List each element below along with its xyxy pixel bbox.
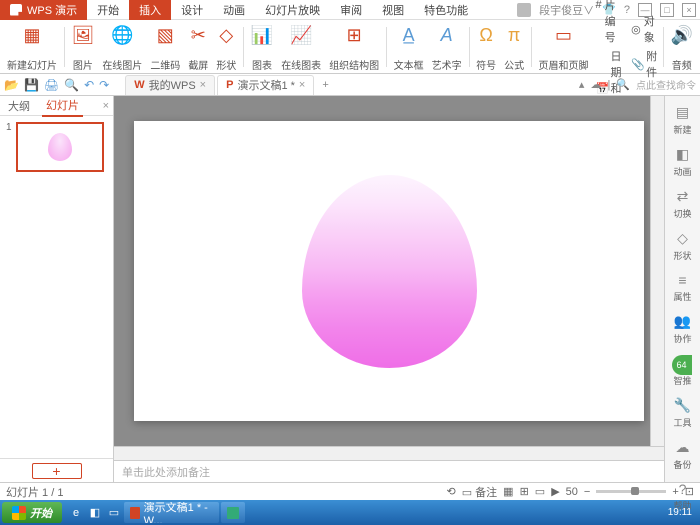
app-badge: WPS 演示 bbox=[0, 0, 87, 20]
print-icon[interactable]: 🖨 bbox=[44, 78, 59, 92]
badge-64: 64 bbox=[672, 355, 692, 375]
rp-smart[interactable]: ◉智推64 bbox=[673, 355, 691, 387]
view-normal-icon[interactable]: ▦ bbox=[503, 485, 513, 498]
redo-icon[interactable]: ↷ bbox=[99, 78, 109, 92]
close-icon[interactable]: × bbox=[200, 79, 206, 91]
slide-panel: 大纲 幻灯片 × 1 + bbox=[0, 96, 114, 482]
new-slide-button[interactable]: ▦新建幻灯片 bbox=[4, 22, 60, 72]
screenshot-button[interactable]: ✂截屏 bbox=[185, 22, 211, 72]
smartart-button[interactable]: ⊞组织结构图 bbox=[326, 22, 382, 72]
close-icon[interactable]: × bbox=[299, 79, 305, 91]
slide-counter: 幻灯片 1 / 1 bbox=[6, 484, 63, 500]
file-tab-presentation[interactable]: P演示文稿1 *× bbox=[217, 75, 314, 95]
preview-icon[interactable]: 🔍 bbox=[64, 78, 79, 92]
qrcode-button[interactable]: ▧二维码 bbox=[147, 22, 183, 72]
user-name[interactable]: 段宇俊豆∨ bbox=[539, 2, 594, 18]
tb-screen-icon[interactable]: ▭ bbox=[106, 505, 122, 521]
zoom-in-icon[interactable]: + bbox=[672, 486, 678, 498]
rp-backup[interactable]: ☁备份 bbox=[673, 439, 691, 471]
start-button[interactable]: 开始 bbox=[2, 502, 62, 523]
header-footer-button[interactable]: ▭页眉和页脚 bbox=[536, 22, 592, 72]
replay-icon[interactable]: ⟲ bbox=[446, 485, 455, 498]
symbol-button[interactable]: Ω符号 bbox=[473, 22, 499, 72]
menu-tabs: 开始 插入 设计 动画 幻灯片放映 审阅 视图 特色功能 bbox=[87, 0, 478, 20]
tab-insert[interactable]: 插入 bbox=[129, 0, 171, 20]
formula-button[interactable]: π公式 bbox=[501, 22, 527, 72]
view-sorter-icon[interactable]: ⊞ bbox=[520, 485, 529, 498]
slide-thumbnail-1[interactable]: 1 bbox=[6, 122, 107, 172]
open-icon[interactable]: 📂 bbox=[4, 78, 19, 92]
search-icon[interactable]: 🔍 bbox=[616, 78, 630, 91]
panel-close-icon[interactable]: × bbox=[103, 100, 109, 112]
user-avatar-icon[interactable] bbox=[517, 3, 531, 17]
online-pic-button[interactable]: 🌐在线图片 bbox=[99, 22, 145, 72]
horizontal-scrollbar[interactable] bbox=[114, 446, 664, 460]
fit-icon[interactable]: ⊡ bbox=[685, 485, 694, 498]
rp-collab[interactable]: 👥协作 bbox=[673, 313, 691, 345]
view-reading-icon[interactable]: ▭ bbox=[535, 485, 545, 498]
add-tab-button[interactable]: + bbox=[316, 79, 334, 91]
picture-button[interactable]: 🖼图片 bbox=[68, 22, 97, 72]
panel-tab-slides[interactable]: 幻灯片 bbox=[42, 95, 83, 117]
rp-props[interactable]: ≡属性 bbox=[673, 272, 691, 303]
file-tab-mywps[interactable]: W我的WPS× bbox=[125, 75, 215, 95]
tb-ie-icon[interactable]: e bbox=[68, 505, 84, 521]
close-button[interactable]: × bbox=[682, 3, 696, 17]
ribbon-insert: ▦新建幻灯片 🖼图片 🌐在线图片 ▧二维码 ✂截屏 ◇形状 📊图表 📈在线图表 … bbox=[0, 20, 700, 74]
panel-tab-outline[interactable]: 大纲 bbox=[4, 96, 34, 116]
textbox-button[interactable]: A̲文本框 bbox=[391, 22, 427, 72]
undo-icon[interactable]: ↶ bbox=[84, 78, 94, 92]
tab-animation[interactable]: 动画 bbox=[213, 0, 255, 20]
tab-start[interactable]: 开始 bbox=[87, 0, 129, 20]
tab-view[interactable]: 视图 bbox=[372, 0, 414, 20]
rp-tools[interactable]: 🔧工具 bbox=[673, 397, 691, 429]
wordart-button[interactable]: A艺术字 bbox=[429, 22, 465, 72]
notes-pane[interactable]: 单击此处添加备注 bbox=[114, 460, 664, 482]
online-chart-button[interactable]: 📈在线图表 bbox=[278, 22, 324, 72]
view-slideshow-icon[interactable]: ▶ bbox=[551, 485, 559, 498]
sound-button[interactable]: 🔊音频 bbox=[668, 22, 696, 72]
shapes-button[interactable]: ◇形状 bbox=[213, 22, 239, 72]
chart-button[interactable]: 📊图表 bbox=[248, 22, 276, 72]
cloud-icon[interactable]: ☁ bbox=[590, 78, 601, 91]
tab-feature[interactable]: 特色功能 bbox=[414, 0, 478, 20]
maximize-button[interactable]: □ bbox=[660, 3, 674, 17]
notes-toggle[interactable]: ▭ 备注 bbox=[462, 484, 497, 500]
rp-animate[interactable]: ◧动画 bbox=[673, 146, 691, 178]
egg-shape[interactable] bbox=[302, 175, 477, 368]
zoom-out-icon[interactable]: − bbox=[584, 486, 590, 498]
tab-review[interactable]: 审阅 bbox=[330, 0, 372, 20]
taskbar-item-2[interactable] bbox=[221, 502, 245, 523]
search-hint[interactable]: 点此查找命令 bbox=[636, 77, 696, 92]
thumb-egg-shape bbox=[48, 133, 72, 161]
rp-shape[interactable]: ◇形状 bbox=[673, 230, 691, 262]
tb-layers-icon[interactable]: ◧ bbox=[87, 505, 103, 521]
zoom-value[interactable]: 50 bbox=[566, 486, 578, 498]
taskbar-clock[interactable]: 19:11 bbox=[662, 507, 698, 518]
attachment-button[interactable]: 📎附件 bbox=[629, 47, 659, 81]
rp-new[interactable]: ▤新建 bbox=[673, 104, 691, 136]
taskbar-item-wps[interactable]: 演示文稿1 * - W... bbox=[124, 502, 219, 523]
zoom-slider[interactable] bbox=[596, 490, 666, 493]
slide-number-button[interactable]: #幻灯片编号 bbox=[594, 0, 628, 46]
add-slide-button[interactable]: + bbox=[32, 463, 82, 479]
object-button[interactable]: ◎对象 bbox=[629, 12, 659, 46]
save-icon[interactable]: 💾 bbox=[24, 78, 39, 92]
vertical-scrollbar[interactable] bbox=[650, 96, 664, 446]
collapse-ribbon-icon[interactable]: ▴ bbox=[579, 78, 585, 91]
tab-slideshow[interactable]: 幻灯片放映 bbox=[255, 0, 330, 20]
right-panel: ▤新建 ◧动画 ⇄切换 ◇形状 ≡属性 👥协作 ◉智推64 🔧工具 ☁备份 ?帮… bbox=[664, 96, 700, 482]
tab-design[interactable]: 设计 bbox=[171, 0, 213, 20]
slide-canvas[interactable] bbox=[134, 121, 644, 421]
thumb-number: 1 bbox=[6, 122, 12, 172]
rp-transition[interactable]: ⇄切换 bbox=[673, 188, 691, 220]
